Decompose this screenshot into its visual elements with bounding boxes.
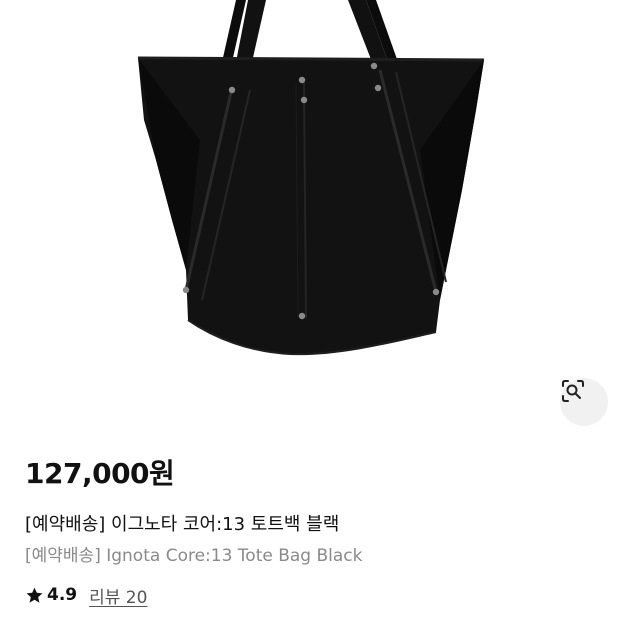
visual-search-button[interactable] [560, 378, 608, 426]
rating-value: 4.9 [47, 585, 78, 605]
product-detail-page: 127,000원 [예약배송] 이그노타 코어:13 토트백 블랙 [예약배송]… [0, 0, 620, 620]
product-price: 127,000원 [25, 457, 175, 490]
lens-search-icon [562, 380, 584, 402]
star-icon [26, 587, 43, 603]
rating-row: 4.9 리뷰 20 [25, 583, 147, 608]
product-title-english: [예약배송] Ignota Core:13 Tote Bag Black [25, 546, 363, 566]
product-title-korean: [예약배송] 이그노타 코어:13 토트백 블랙 [25, 514, 340, 535]
product-image[interactable] [0, 0, 620, 430]
tote-bag-icon [137, 0, 485, 356]
review-count-link[interactable]: 리뷰 20 [89, 583, 147, 608]
